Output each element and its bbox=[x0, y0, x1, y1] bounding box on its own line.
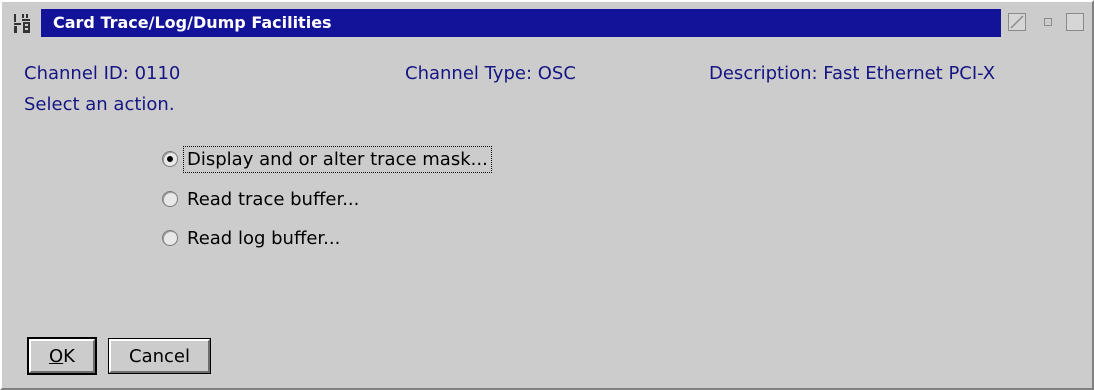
window-title: Card Trace/Log/Dump Facilities bbox=[53, 13, 332, 32]
radio-label[interactable]: Display and or alter trace mask... bbox=[183, 145, 492, 173]
radio-option-display-alter-trace-mask[interactable]: Display and or alter trace mask... bbox=[162, 145, 492, 173]
system-menu-icon[interactable] bbox=[12, 11, 36, 35]
radio-option-read-log-buffer[interactable]: Read log buffer... bbox=[162, 224, 343, 252]
instruction-text: Select an action. bbox=[24, 94, 175, 115]
radio-button[interactable] bbox=[162, 230, 178, 246]
title-bar-fill: Card Trace/Log/Dump Facilities bbox=[41, 9, 1001, 37]
hide-icon bbox=[1010, 15, 1024, 29]
cancel-button-label: Cancel bbox=[129, 345, 190, 367]
restore-icon bbox=[1044, 18, 1052, 26]
restore-button[interactable] bbox=[1039, 13, 1057, 31]
maximize-button[interactable] bbox=[1066, 13, 1084, 31]
hide-button[interactable] bbox=[1008, 13, 1026, 31]
title-bar[interactable]: Card Trace/Log/Dump Facilities bbox=[8, 8, 1089, 38]
radio-button-selected[interactable] bbox=[162, 151, 178, 167]
description-label: Description: Fast Ethernet PCI-X bbox=[709, 63, 996, 84]
radio-option-read-trace-buffer[interactable]: Read trace buffer... bbox=[162, 185, 362, 213]
radio-button[interactable] bbox=[162, 191, 178, 207]
radio-label[interactable]: Read log buffer... bbox=[184, 226, 343, 251]
channel-id-label: Channel ID: 0110 bbox=[24, 63, 181, 84]
ok-button-label: OK bbox=[49, 345, 75, 367]
ok-button[interactable]: OK bbox=[27, 337, 97, 375]
channel-type-label: Channel Type: OSC bbox=[405, 63, 576, 84]
radio-label[interactable]: Read trace buffer... bbox=[184, 187, 362, 212]
dialog-window: Card Trace/Log/Dump Facilities Channel I… bbox=[0, 0, 1094, 390]
cancel-button[interactable]: Cancel bbox=[108, 338, 211, 374]
